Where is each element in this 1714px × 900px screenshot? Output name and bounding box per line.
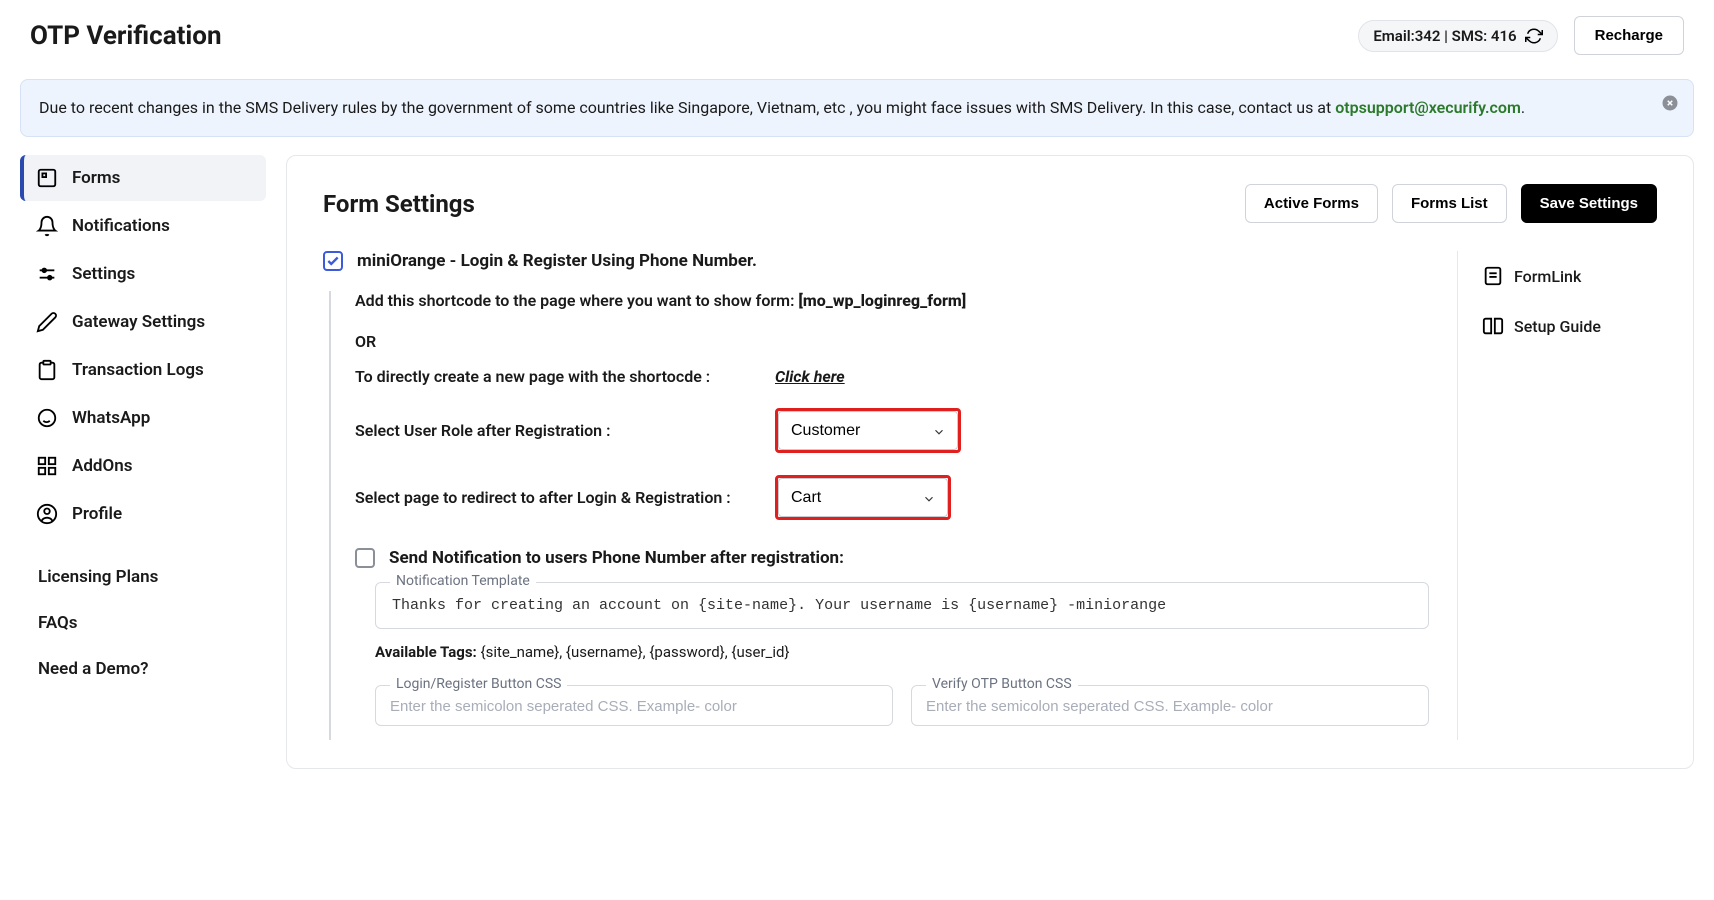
role-label: Select User Role after Registration : xyxy=(355,421,775,440)
sidebar-item-profile[interactable]: Profile xyxy=(20,491,266,537)
click-here-link[interactable]: Click here xyxy=(775,367,845,386)
sidebar-item-label: AddOns xyxy=(72,456,132,476)
form-title: miniOrange - Login & Register Using Phon… xyxy=(357,251,757,271)
refresh-icon[interactable] xyxy=(1525,27,1543,45)
credit-status: Email:342 | SMS: 416 xyxy=(1358,20,1557,52)
template-fieldset: Notification Template Thanks for creatin… xyxy=(375,582,1429,629)
section-title: Form Settings xyxy=(323,190,475,218)
sidebar-item-label: FAQs xyxy=(38,613,78,633)
role-select[interactable]: Customer xyxy=(778,411,958,450)
sidebar-item-settings[interactable]: Settings xyxy=(20,251,266,297)
redirect-label: Select page to redirect to after Login &… xyxy=(355,488,775,507)
template-text[interactable]: Thanks for creating an account on {site-… xyxy=(392,597,1412,614)
credit-status-text: Email:342 | SMS: 416 xyxy=(1373,27,1516,45)
pencil-icon xyxy=(36,311,58,333)
login-css-input[interactable] xyxy=(390,698,878,715)
notification-checkbox[interactable] xyxy=(355,548,375,568)
bell-icon xyxy=(36,215,58,237)
sliders-icon xyxy=(36,263,58,285)
role-select-wrap: Customer xyxy=(775,408,961,453)
verify-css-fieldset: Verify OTP Button CSS xyxy=(911,685,1429,726)
sidebar-item-label: WhatsApp xyxy=(72,408,150,428)
sidebar-item-label: Settings xyxy=(72,264,135,284)
alert-banner: Due to recent changes in the SMS Deliver… xyxy=(20,79,1694,137)
sidebar-item-gateway[interactable]: Gateway Settings xyxy=(20,299,266,345)
redirect-select-wrap: Cart xyxy=(775,475,951,520)
page-title: OTP Verification xyxy=(30,21,222,51)
available-tags: Available Tags: {site_name}, {username},… xyxy=(375,643,1429,661)
template-legend: Notification Template xyxy=(390,573,536,589)
save-settings-button[interactable]: Save Settings xyxy=(1521,184,1657,223)
login-css-legend: Login/Register Button CSS xyxy=(390,676,567,692)
notification-label: Send Notification to users Phone Number … xyxy=(389,548,844,568)
sidebar-item-whatsapp[interactable]: WhatsApp xyxy=(20,395,266,441)
main-panel: Form Settings Active Forms Forms List Sa… xyxy=(286,155,1694,769)
sidebar-item-label: Need a Demo? xyxy=(38,659,148,679)
sidebar-item-demo[interactable]: Need a Demo? xyxy=(20,647,266,691)
user-icon xyxy=(36,503,58,525)
setup-guide-button[interactable]: Setup Guide xyxy=(1478,301,1657,351)
book-icon xyxy=(1482,315,1504,337)
shortcode-prefix: Add this shortcode to the page where you… xyxy=(355,291,798,310)
document-icon xyxy=(1482,265,1504,287)
formlink-label: FormLink xyxy=(1514,267,1581,286)
grid-icon xyxy=(36,455,58,477)
forms-list-button[interactable]: Forms List xyxy=(1392,184,1507,223)
whatsapp-icon xyxy=(36,407,58,429)
tags-label: Available Tags: xyxy=(375,643,481,661)
login-css-fieldset: Login/Register Button CSS xyxy=(375,685,893,726)
header: OTP Verification Email:342 | SMS: 416 Re… xyxy=(0,0,1714,71)
sidebar-item-label: Forms xyxy=(72,168,120,188)
sidebar-item-label: Notifications xyxy=(72,216,170,236)
alert-text: Due to recent changes in the SMS Deliver… xyxy=(39,98,1335,117)
sidebar-item-faqs[interactable]: FAQs xyxy=(20,601,266,645)
shortcode-value: [mo_wp_loginreg_form] xyxy=(798,291,966,310)
verify-css-input[interactable] xyxy=(926,698,1414,715)
recharge-button[interactable]: Recharge xyxy=(1574,16,1684,55)
close-icon[interactable] xyxy=(1661,94,1679,112)
formlink-button[interactable]: FormLink xyxy=(1478,251,1657,301)
forms-icon xyxy=(36,167,58,189)
sidebar-item-notifications[interactable]: Notifications xyxy=(20,203,266,249)
sidebar-item-label: Gateway Settings xyxy=(72,312,205,332)
sidebar-item-addons[interactable]: AddOns xyxy=(20,443,266,489)
verify-css-legend: Verify OTP Button CSS xyxy=(926,676,1078,692)
sidebar-item-logs[interactable]: Transaction Logs xyxy=(20,347,266,393)
active-forms-button[interactable]: Active Forms xyxy=(1245,184,1378,223)
redirect-select[interactable]: Cart xyxy=(778,478,948,517)
form-enable-checkbox[interactable] xyxy=(323,251,343,271)
or-separator: OR xyxy=(355,332,1429,351)
sidebar-item-label: Transaction Logs xyxy=(72,360,204,380)
alert-suffix: . xyxy=(1521,98,1525,117)
alert-email-link[interactable]: otpsupport@xecurify.com xyxy=(1335,98,1521,117)
sidebar: Forms Notifications Settings Gateway Set… xyxy=(20,155,266,789)
create-page-label: To directly create a new page with the s… xyxy=(355,367,775,386)
sidebar-item-label: Licensing Plans xyxy=(38,567,158,587)
sidebar-item-forms[interactable]: Forms xyxy=(20,155,266,201)
tags-list: {site_name}, {username}, {password}, {us… xyxy=(481,643,790,661)
sidebar-item-label: Profile xyxy=(72,504,122,524)
clipboard-icon xyxy=(36,359,58,381)
right-rail: FormLink Setup Guide xyxy=(1457,251,1657,740)
sidebar-item-licensing[interactable]: Licensing Plans xyxy=(20,555,266,599)
setup-guide-label: Setup Guide xyxy=(1514,317,1601,336)
header-actions: Email:342 | SMS: 416 Recharge xyxy=(1358,16,1684,55)
